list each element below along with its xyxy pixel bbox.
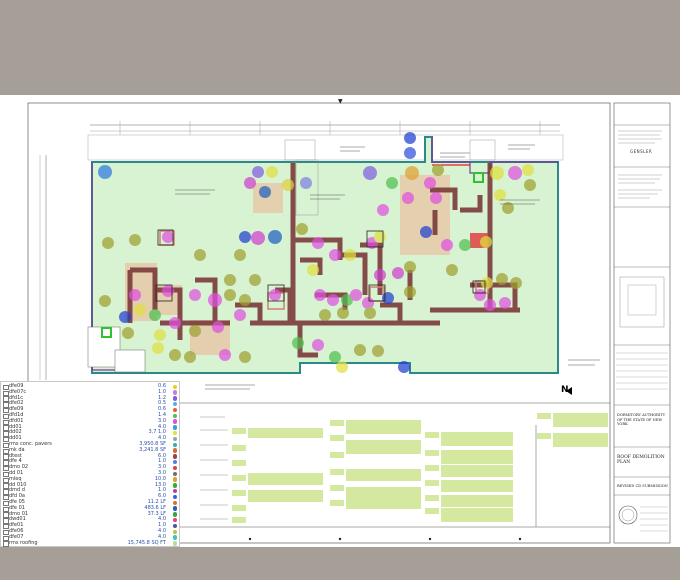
layer-row[interactable]: dfe 4 1.0 <box>3 459 179 466</box>
layer-color-icon <box>172 442 177 447</box>
layer-color-icon <box>172 483 177 488</box>
layer-color-icon <box>172 541 177 546</box>
layer-color-icon <box>172 535 177 540</box>
layer-row[interactable]: dmo 01 37.3 LF <box>3 511 179 518</box>
layer-color-icon <box>172 401 177 407</box>
layer-panel[interactable]: dfe09 0.6 dfe07c 1.0 dfd1c 1.2 dfe02 0.5 dfe09 0.… <box>0 381 180 547</box>
layer-color-icon <box>172 396 177 401</box>
drawing-title: ROOF DEMOLITION PLAN <box>617 455 665 465</box>
layer-row[interactable]: dmd d 1.0 <box>3 488 179 495</box>
layer-row[interactable]: dfd1c 1.2 <box>3 395 179 402</box>
layer-row[interactable]: dd 010 13.0 <box>3 482 179 489</box>
bottom-band <box>0 547 680 580</box>
layer-row[interactable]: mleq 10.0 <box>3 476 179 484</box>
layer-row[interactable]: mk da 3,241.8 SF <box>3 447 179 455</box>
layer-color-icon <box>172 506 177 511</box>
layer-row[interactable]: dfe02 0.5 <box>3 401 179 408</box>
layer-color-icon <box>172 477 177 482</box>
layer-color-icon <box>172 454 177 459</box>
layer-color-icon <box>172 500 177 505</box>
status-label: REVISED CD SUBMISSION <box>617 484 668 488</box>
layer-row[interactable]: dfe09 0.6 <box>3 383 179 391</box>
layer-row[interactable]: dfd1d 1.4 <box>3 412 179 420</box>
layer-row[interactable]: dfd01 3.0 <box>3 418 179 426</box>
layer-row[interactable]: dwd01 4.0 <box>3 517 179 524</box>
drawing-sheet: GENSLER DORMITORY AUTHORITY OF THE STATE… <box>0 95 680 547</box>
layer-row[interactable]: dfe01 1.0 <box>3 523 179 530</box>
north-label: N <box>561 385 569 395</box>
layer-name: rms roofing <box>9 539 38 546</box>
firm-name: GENSLER <box>630 149 653 154</box>
layer-color-icon <box>172 512 177 517</box>
layer-color-icon <box>172 384 177 389</box>
layer-color-icon <box>172 430 177 436</box>
layer-row[interactable]: dtest 6.0 <box>3 453 179 460</box>
layer-color-icon <box>172 436 177 442</box>
legend-boxes <box>232 413 608 523</box>
layer-row[interactable]: dd 01 3.0 <box>3 470 179 478</box>
layer-color-icon <box>172 448 177 453</box>
layer-row[interactable]: dfe06 4.0 <box>3 528 179 536</box>
top-nav-marker[interactable]: ▼ <box>338 98 343 105</box>
layer-color-icon <box>172 407 177 413</box>
layer-color-icon <box>172 390 177 395</box>
layer-color-icon <box>172 517 177 523</box>
layer-color-icon <box>172 413 177 418</box>
layer-color-icon <box>172 494 177 500</box>
layer-color-icon <box>172 419 177 424</box>
layer-color-icon <box>172 523 177 529</box>
layer-color-icon <box>172 488 177 494</box>
layer-color-icon <box>172 471 177 476</box>
layer-row[interactable]: dmo 02 3.0 <box>3 465 179 472</box>
layer-color-icon <box>172 529 177 534</box>
layer-row[interactable]: rms roofing 15,745.8 SQ FT <box>3 539 179 547</box>
layer-row[interactable]: dfe07c 1.0 <box>3 389 179 397</box>
layer-color-icon <box>172 459 177 465</box>
layer-quantity: 15,745.8 SQ FT <box>127 539 166 546</box>
layer-row[interactable]: dd02 3,7 1.0 <box>3 430 179 437</box>
project-name: DORMITORY AUTHORITY OF THE STATE OF NEW … <box>617 413 666 426</box>
layer-row[interactable]: dfe09 0.6 <box>3 407 179 414</box>
layer-color-icon <box>172 425 177 430</box>
layer-color-icon <box>172 465 177 471</box>
